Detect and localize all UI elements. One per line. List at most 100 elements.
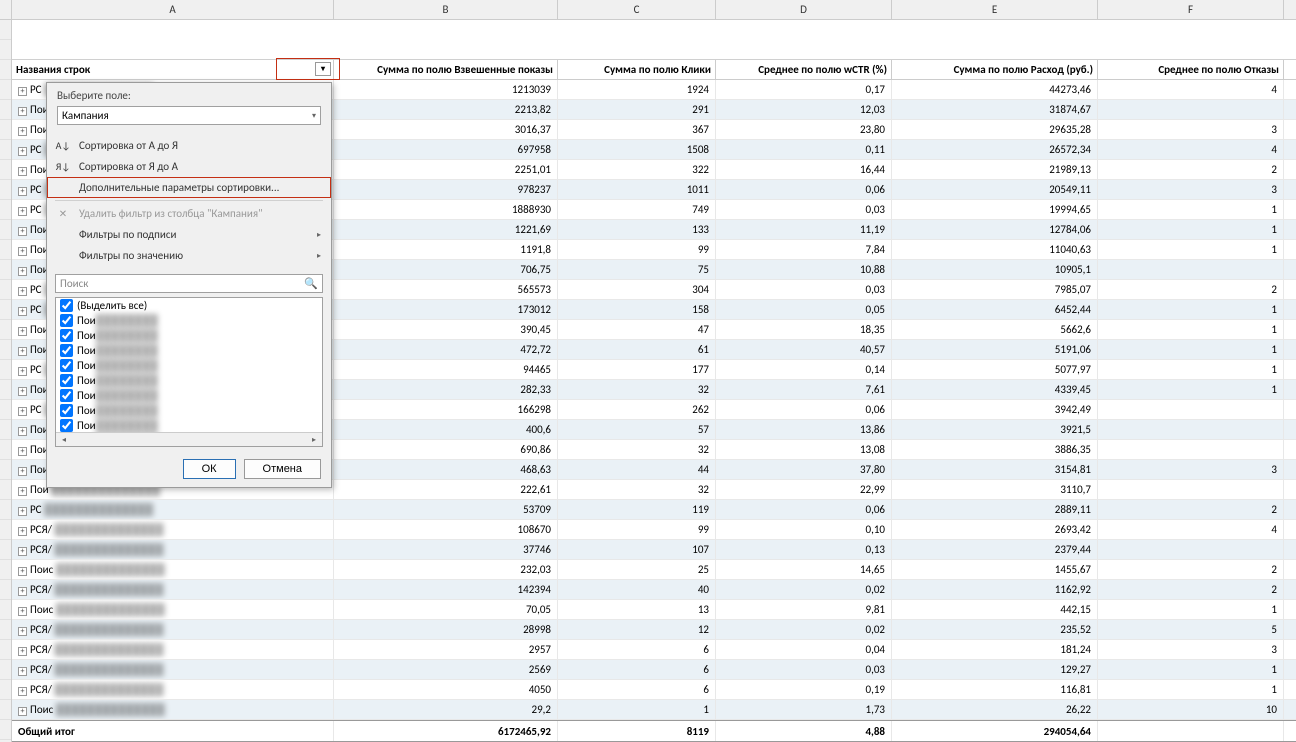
data-cell[interactable]: 6: [558, 660, 716, 679]
data-cell[interactable]: 2213,82: [334, 100, 558, 119]
row-number[interactable]: [0, 100, 11, 120]
data-cell[interactable]: 7,84: [716, 240, 892, 259]
horizontal-scrollbar[interactable]: ◂ ▸: [56, 432, 322, 446]
data-cell[interactable]: [1098, 540, 1284, 559]
expand-icon[interactable]: +: [18, 487, 27, 496]
row-label-cell[interactable]: +РСЯ/ ██████████████: [12, 580, 334, 599]
field-select[interactable]: Кампания ▾: [57, 106, 321, 125]
row-number[interactable]: [0, 400, 11, 420]
data-cell[interactable]: 4: [1098, 140, 1284, 159]
data-cell[interactable]: [1098, 260, 1284, 279]
row-number[interactable]: [0, 180, 11, 200]
data-cell[interactable]: 6: [558, 640, 716, 659]
data-cell[interactable]: 0,02: [716, 580, 892, 599]
col-F-header[interactable]: Среднее по полю Отказы: [1098, 60, 1284, 79]
data-cell[interactable]: 690,86: [334, 440, 558, 459]
data-cell[interactable]: 158: [558, 300, 716, 319]
col-header-A[interactable]: A: [12, 0, 334, 19]
data-cell[interactable]: 5077,97: [892, 360, 1098, 379]
row-number[interactable]: [0, 720, 11, 740]
data-cell[interactable]: 28998: [334, 620, 558, 639]
row-number[interactable]: [0, 220, 11, 240]
row-number[interactable]: [0, 580, 11, 600]
data-cell[interactable]: 3016,37: [334, 120, 558, 139]
data-cell[interactable]: 61: [558, 340, 716, 359]
data-cell[interactable]: 2569: [334, 660, 558, 679]
data-cell[interactable]: 0,06: [716, 500, 892, 519]
data-cell[interactable]: 0,03: [716, 660, 892, 679]
filter-check-item[interactable]: Пои ████████: [56, 373, 322, 388]
row-label-cell[interactable]: +РСЯ/ ██████████████: [12, 540, 334, 559]
row-label-cell[interactable]: +РСЯ/ ██████████████: [12, 640, 334, 659]
data-cell[interactable]: 2957: [334, 640, 558, 659]
expand-icon[interactable]: +: [18, 467, 27, 476]
row-number[interactable]: [0, 360, 11, 380]
select-all-checkbox[interactable]: [60, 299, 73, 312]
data-cell[interactable]: 706,75: [334, 260, 558, 279]
data-cell[interactable]: 749: [558, 200, 716, 219]
data-cell[interactable]: 7985,07: [892, 280, 1098, 299]
row-number[interactable]: [0, 60, 11, 80]
row-label-cell[interactable]: +РСЯ/ ██████████████: [12, 520, 334, 539]
pivot-row[interactable]: +РСЯ/ ██████████████256960,03129,271: [12, 660, 1296, 680]
data-cell[interactable]: 472,72: [334, 340, 558, 359]
filter-checkbox[interactable]: [60, 389, 73, 402]
data-cell[interactable]: 116,81: [892, 680, 1098, 699]
expand-icon[interactable]: +: [18, 447, 27, 456]
pivot-row[interactable]: +РС ██████████████537091190,062889,112: [12, 500, 1296, 520]
filter-check-item[interactable]: Пои ████████: [56, 388, 322, 403]
data-cell[interactable]: 1221,69: [334, 220, 558, 239]
data-cell[interactable]: 22,99: [716, 480, 892, 499]
data-cell[interactable]: 1: [1098, 200, 1284, 219]
data-cell[interactable]: 99: [558, 240, 716, 259]
expand-icon[interactable]: +: [18, 707, 27, 716]
expand-icon[interactable]: +: [18, 427, 27, 436]
data-cell[interactable]: 23,80: [716, 120, 892, 139]
col-header-F[interactable]: F: [1098, 0, 1284, 19]
data-cell[interactable]: 1: [1098, 660, 1284, 679]
corner-cell[interactable]: [0, 0, 12, 19]
expand-icon[interactable]: +: [18, 167, 27, 176]
row-number[interactable]: [0, 20, 11, 40]
data-cell[interactable]: 11,19: [716, 220, 892, 239]
data-cell[interactable]: 1: [1098, 600, 1284, 619]
data-cell[interactable]: 37,80: [716, 460, 892, 479]
data-cell[interactable]: 107: [558, 540, 716, 559]
row-label-cell[interactable]: +РСЯ/ ██████████████: [12, 680, 334, 699]
data-cell[interactable]: 16,44: [716, 160, 892, 179]
data-cell[interactable]: 1: [1098, 300, 1284, 319]
row-number[interactable]: [0, 280, 11, 300]
ok-button[interactable]: ОК: [183, 459, 236, 479]
data-cell[interactable]: 232,03: [334, 560, 558, 579]
data-cell[interactable]: 3: [1098, 640, 1284, 659]
data-cell[interactable]: 6452,44: [892, 300, 1098, 319]
data-cell[interactable]: 1: [1098, 220, 1284, 239]
data-cell[interactable]: 70,05: [334, 600, 558, 619]
data-cell[interactable]: 53709: [334, 500, 558, 519]
row-number[interactable]: [0, 120, 11, 140]
data-cell[interactable]: 0,11: [716, 140, 892, 159]
row-number[interactable]: [0, 520, 11, 540]
data-cell[interactable]: 26572,34: [892, 140, 1098, 159]
row-label-cell[interactable]: +Поис ██████████████: [12, 560, 334, 579]
data-cell[interactable]: 0,17: [716, 80, 892, 99]
col-E-header[interactable]: Сумма по полю Расход (руб.): [892, 60, 1098, 79]
row-number[interactable]: [0, 440, 11, 460]
data-cell[interactable]: 25: [558, 560, 716, 579]
data-cell[interactable]: 11040,63: [892, 240, 1098, 259]
row-number[interactable]: [0, 560, 11, 580]
data-cell[interactable]: 235,52: [892, 620, 1098, 639]
data-cell[interactable]: 166298: [334, 400, 558, 419]
data-cell[interactable]: 99: [558, 520, 716, 539]
data-cell[interactable]: 4050: [334, 680, 558, 699]
data-cell[interactable]: 1: [1098, 240, 1284, 259]
expand-icon[interactable]: +: [18, 147, 27, 156]
data-cell[interactable]: 142394: [334, 580, 558, 599]
data-cell[interactable]: 0,13: [716, 540, 892, 559]
row-number[interactable]: [0, 420, 11, 440]
expand-icon[interactable]: +: [18, 527, 27, 536]
data-cell[interactable]: 0,03: [716, 280, 892, 299]
row-number[interactable]: [0, 620, 11, 640]
data-cell[interactable]: 177: [558, 360, 716, 379]
expand-icon[interactable]: +: [18, 407, 27, 416]
